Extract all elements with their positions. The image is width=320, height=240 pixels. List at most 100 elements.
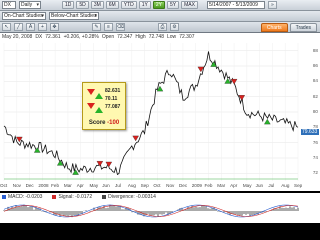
text-tool-icon[interactable]: A xyxy=(26,23,35,31)
x-tick-label: Nov xyxy=(12,183,21,188)
y-tick-label: 86 xyxy=(312,63,318,68)
buy-signal-icon xyxy=(72,169,79,175)
eraser-icon[interactable]: ⌫ xyxy=(116,23,125,31)
x-tick-label: Oct xyxy=(0,183,8,188)
x-tick-label: Nov xyxy=(166,183,175,188)
score-value-1: 82.631 xyxy=(105,88,121,94)
x-tick-label: Apr xyxy=(230,183,238,188)
y-tick-label: 74 xyxy=(312,155,318,160)
main-toolbar: DX Daily 1D5D3M6MYTD1Y2Y5YMAX 5/14/2007 … xyxy=(0,0,320,11)
last-price-flag: 79.633 xyxy=(301,129,319,135)
period-select[interactable]: Daily xyxy=(19,1,41,9)
chart-header: May 20, 2008 DX 72.361 +0.206, +0.28% Op… xyxy=(2,34,194,40)
x-tick-label: Apr xyxy=(76,183,84,188)
y-tick-label: 88 xyxy=(312,47,318,53)
x-tick-label: Oct xyxy=(153,183,161,188)
chart-open: 72.347 xyxy=(117,34,133,40)
x-tick-label: Jun xyxy=(102,183,110,188)
line-tool-icon[interactable]: ╱ xyxy=(14,23,23,31)
video-letterbox xyxy=(0,224,320,240)
signal-down-icon xyxy=(87,89,95,95)
x-axis: Oct Nov Dec 2008 Feb Mar Apr May Jun Jul Aug Sep Oct… xyxy=(0,183,320,190)
score-label: Score -100 xyxy=(83,120,125,126)
range-button-2y[interactable]: 2Y xyxy=(152,1,165,9)
macd-legend-divergence: Divergence: -0.00314 xyxy=(102,194,156,200)
x-tick-label: Jun xyxy=(255,183,264,188)
score-value-3: 77.087 xyxy=(105,104,121,110)
x-tick-label: Jul xyxy=(115,183,121,188)
below-chart-studies-select[interactable]: Below-Chart Studies xyxy=(49,12,99,20)
drawing-toolbar: ↖ ╱ A + ✥ ✎ ≡ ⌫ ⎙ ⚙ Charts Trades xyxy=(0,22,320,33)
on-chart-studies-select[interactable]: On-Chart Studies xyxy=(2,12,46,20)
macd-panel[interactable]: MACD: -0.0203 Signal: -0.0172 Divergence… xyxy=(0,193,320,223)
x-tick-label: 2009 xyxy=(191,183,202,188)
chart-change: +0.206, +0.28% xyxy=(63,34,99,40)
cursor-icon[interactable]: ↖ xyxy=(2,23,11,31)
x-tick-label: Jul xyxy=(268,183,275,188)
pan-icon[interactable]: ✥ xyxy=(50,23,59,31)
chart-low-label: Low xyxy=(167,34,177,40)
x-tick-label: Dec xyxy=(178,183,188,188)
range-button-ytd[interactable]: YTD xyxy=(120,1,137,9)
x-tick-label: Sep xyxy=(294,183,303,188)
chart-low: 72.307 xyxy=(179,34,195,40)
range-button-max[interactable]: MAX xyxy=(181,1,198,9)
x-tick-label: May xyxy=(89,183,99,188)
buy-signal-icon xyxy=(264,118,271,125)
range-button-1d[interactable]: 1D xyxy=(62,1,75,9)
signal-up-icon xyxy=(95,93,103,99)
symbol-input[interactable]: DX xyxy=(2,1,16,9)
tab-trades[interactable]: Trades xyxy=(289,23,317,32)
x-tick-label: Aug xyxy=(281,183,290,188)
signal-up-icon xyxy=(95,107,103,113)
score-popup[interactable]: 82.631 70.11 77.087 Score -100 xyxy=(82,82,126,130)
sell-signal-icon xyxy=(230,79,238,85)
score-label-text: Score xyxy=(88,120,106,126)
range-button-1y[interactable]: 1Y xyxy=(138,1,151,9)
y-tick-label: 82 xyxy=(312,93,318,99)
price-plot xyxy=(3,43,299,181)
chart-high: 72.748 xyxy=(148,34,164,40)
price-chart[interactable]: May 20, 2008 DX 72.361 +0.206, +0.28% Op… xyxy=(0,33,320,191)
macd-legend-signal: Signal: -0.0172 xyxy=(52,194,92,200)
range-button-5y[interactable]: 5Y xyxy=(166,1,180,9)
draw-icon[interactable]: ✎ xyxy=(92,23,101,31)
price-series-line xyxy=(3,51,299,176)
macd-legend-macd: MACD: -0.0203 xyxy=(2,194,42,200)
fib-icon[interactable]: ≡ xyxy=(104,23,113,31)
date-range-field[interactable]: 5/14/2007 - 5/13/2009 xyxy=(206,1,265,9)
range-button-5d[interactable]: 5D xyxy=(76,1,89,9)
x-tick-label: Sep xyxy=(140,183,149,188)
x-tick-label: Mar xyxy=(217,183,226,188)
signal-down-icon xyxy=(87,103,95,109)
settings-icon[interactable]: ⚙ xyxy=(170,23,179,31)
x-tick-label: Dec xyxy=(25,183,34,188)
go-button[interactable]: » xyxy=(267,1,277,9)
print-icon[interactable]: ⎙ xyxy=(158,23,167,31)
chart-date: May 20, 2008 xyxy=(2,34,33,40)
zoom-icon[interactable]: + xyxy=(38,23,47,31)
y-tick-label: 84 xyxy=(312,78,318,84)
x-tick-label: Feb xyxy=(204,183,213,188)
chart-high-label: High xyxy=(135,34,146,40)
chart-last: 72.361 xyxy=(45,34,61,40)
range-button-6m[interactable]: 6M xyxy=(105,1,119,9)
tab-charts[interactable]: Charts xyxy=(260,23,288,32)
chart-open-label: Open xyxy=(101,34,115,40)
score-value: -100 xyxy=(107,120,120,126)
range-buttons: 1D 5D 3M 6M YTD 1Y 2Y 5Y MAX xyxy=(62,1,198,9)
score-value-2: 70.11 xyxy=(105,96,118,102)
chart-symbol: DX xyxy=(35,34,43,40)
view-tabs: Charts Trades xyxy=(260,23,317,32)
macd-legend: MACD: -0.0203 Signal: -0.0172 Divergence… xyxy=(2,194,156,200)
x-tick-label: Aug xyxy=(127,183,136,188)
score-values: 82.631 70.11 77.087 xyxy=(105,87,120,111)
x-tick-label: 2008 xyxy=(38,183,49,188)
y-tick-label: 76 xyxy=(312,139,318,145)
range-button-3m[interactable]: 3M xyxy=(90,1,104,9)
y-tick-label: 80 xyxy=(312,109,318,114)
x-tick-label: Feb xyxy=(51,183,60,188)
x-tick-label: May xyxy=(242,183,252,188)
studies-toolbar: On-Chart Studies Below-Chart Studies xyxy=(0,11,320,22)
y-tick-label: 72 xyxy=(312,170,318,176)
